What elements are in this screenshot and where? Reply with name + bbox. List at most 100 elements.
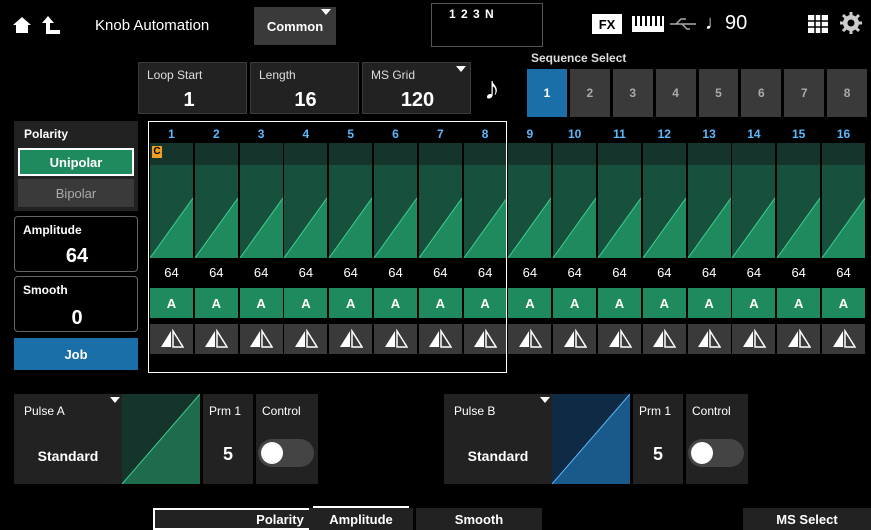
- step-pulse-select-button[interactable]: [687, 324, 731, 354]
- note-icon: ♪: [484, 70, 500, 106]
- step-number: 13: [702, 127, 716, 141]
- step-mode-button[interactable]: A: [732, 288, 776, 318]
- step-value: 64: [522, 265, 538, 280]
- length-field[interactable]: Length 16: [250, 62, 359, 114]
- sequence-button-1[interactable]: 1: [527, 69, 567, 117]
- step-number: 11: [613, 127, 626, 141]
- step-pulse-select-button[interactable]: [732, 324, 776, 354]
- step-column-11[interactable]: 11 64 A: [598, 125, 641, 354]
- pulse-a-field[interactable]: Pulse A Standard: [14, 394, 122, 484]
- step-mode-button[interactable]: A: [508, 288, 552, 318]
- sequence-select-group: 1 2 3 4 5 6 7 8: [527, 69, 867, 117]
- amplitude-field[interactable]: Amplitude 64: [14, 216, 138, 272]
- step-column-10[interactable]: 10 64 A: [553, 125, 597, 354]
- smooth-field[interactable]: Smooth 0: [14, 276, 138, 332]
- step-waveform[interactable]: [687, 143, 731, 258]
- knob-automation-screen: { "header": { "title": "Knob Automation"…: [0, 0, 871, 530]
- step-pulse-select-button[interactable]: [777, 324, 821, 354]
- step-value: 64: [791, 265, 806, 280]
- step-column-12[interactable]: 12 64 A: [642, 125, 686, 354]
- step-column-16[interactable]: 16 64 A: [822, 125, 865, 354]
- back-arrow-icon[interactable]: [40, 14, 62, 36]
- unipolar-button[interactable]: Unipolar: [18, 148, 134, 176]
- sequence-button-8[interactable]: 8: [827, 69, 867, 117]
- step-mode-button[interactable]: A: [598, 288, 641, 318]
- step-mode-button[interactable]: A: [642, 288, 686, 318]
- step-mode-button[interactable]: A: [822, 288, 865, 318]
- step-waveform[interactable]: [598, 143, 641, 258]
- polarity-panel: Polarity Unipolar Bipolar: [14, 121, 138, 211]
- step-number: 15: [792, 127, 806, 141]
- step-column-9[interactable]: 9 64 A: [508, 125, 552, 354]
- home-icon[interactable]: [12, 16, 32, 34]
- settings-gear-icon[interactable]: [840, 12, 862, 34]
- ms-grid-field[interactable]: MS Grid 120: [362, 62, 471, 114]
- step-waveform[interactable]: [553, 143, 597, 258]
- sequence-button-3[interactable]: 3: [612, 69, 653, 117]
- keyboard-icon: [632, 16, 664, 32]
- pulse-ab-icon: [787, 329, 811, 348]
- tab-smooth[interactable]: Smooth: [416, 508, 542, 530]
- step-column-13[interactable]: 13 64 A: [687, 125, 731, 354]
- step-mode-button[interactable]: A: [687, 288, 731, 318]
- pulse-b-value: Standard: [467, 448, 529, 464]
- tab-amplitude[interactable]: Amplitude: [309, 508, 413, 530]
- step-pulse-select-button[interactable]: [553, 324, 597, 354]
- step-column-14[interactable]: 14 64 A: [732, 125, 776, 354]
- sequence-button-7[interactable]: 7: [784, 69, 825, 117]
- tab-amplitude-label: Amplitude: [329, 511, 393, 527]
- ramp-wave-icon: [553, 143, 597, 258]
- loop-start-field[interactable]: Loop Start 1: [138, 62, 247, 114]
- pulse-b-prm1-field[interactable]: Prm 1 5: [633, 394, 683, 484]
- loop-start-marker: C: [152, 146, 162, 158]
- pulse-a-control-field: Control: [256, 394, 318, 484]
- step-selection-frame: [148, 121, 507, 373]
- tempo-value[interactable]: 90: [725, 12, 747, 35]
- grid-icon[interactable]: [808, 15, 828, 33]
- dropdown-arrow-icon: [321, 9, 331, 15]
- pulse-a-label: Pulse A: [24, 404, 65, 418]
- bipolar-button[interactable]: Bipolar: [18, 179, 134, 207]
- step-mode-button[interactable]: A: [777, 288, 821, 318]
- step-waveform[interactable]: [777, 143, 821, 258]
- sequence-button-2[interactable]: 2: [569, 69, 610, 117]
- usb-icon: [670, 18, 696, 30]
- step-number: 12: [657, 127, 671, 141]
- sequence-button-5[interactable]: 5: [698, 69, 739, 117]
- smooth-label: Smooth: [23, 283, 68, 297]
- sequence-button-4[interactable]: 4: [655, 69, 696, 117]
- step-pulse-select-button[interactable]: [642, 324, 686, 354]
- ramp-wave-icon: [732, 143, 776, 258]
- pulse-b-control-field: Control: [686, 394, 748, 484]
- step-pulse-select-button[interactable]: [598, 324, 641, 354]
- step-pulse-select-button[interactable]: [508, 324, 552, 354]
- ramp-wave-icon: [508, 143, 552, 258]
- pulse-b-control-toggle[interactable]: [688, 439, 744, 467]
- step-number: 10: [568, 127, 582, 141]
- toggle-knob: [261, 442, 283, 464]
- ramp-wave-icon: [687, 143, 731, 258]
- step-column-15[interactable]: 15 64 A: [777, 125, 821, 354]
- pulse-ab-icon: [653, 329, 677, 348]
- sequence-select-label: Sequence Select: [531, 51, 627, 65]
- loop-start-label: Loop Start: [147, 68, 203, 82]
- step-waveform[interactable]: [508, 143, 552, 258]
- step-pulse-select-button[interactable]: [822, 324, 865, 354]
- tab-ms-select[interactable]: MS Select: [743, 508, 871, 530]
- part-indicator: 1 2 3 N: [449, 7, 495, 21]
- pulse-b-field[interactable]: Pulse B Standard: [444, 394, 552, 484]
- step-value: 64: [836, 265, 851, 280]
- pulse-a-control-toggle[interactable]: [258, 439, 314, 467]
- step-waveform[interactable]: [822, 143, 865, 258]
- pulse-a-prm1-field[interactable]: Prm 1 5: [203, 394, 253, 484]
- part-indicator-box: 1 2 3 N: [431, 3, 543, 47]
- step-mode-button[interactable]: A: [553, 288, 597, 318]
- sequence-button-6[interactable]: 6: [741, 69, 782, 117]
- ramp-wave-icon: [777, 143, 821, 258]
- ramp-wave-icon: [598, 143, 641, 258]
- pulse-a-prm1-value: 5: [222, 444, 233, 464]
- step-waveform[interactable]: [732, 143, 776, 258]
- pulse-ab-icon: [698, 329, 722, 348]
- step-waveform[interactable]: [642, 143, 686, 258]
- job-button[interactable]: Job: [14, 338, 138, 370]
